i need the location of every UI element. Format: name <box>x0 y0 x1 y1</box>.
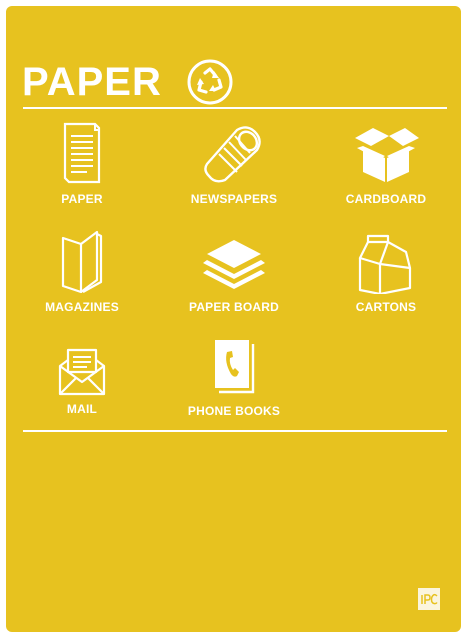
recycle-icon <box>187 59 233 105</box>
milk-carton-icon <box>358 234 412 294</box>
top-divider <box>23 107 447 109</box>
item-mail: MAIL <box>17 346 147 416</box>
magazine-icon <box>61 230 103 294</box>
rolled-newspaper-icon <box>204 126 261 183</box>
cardboard-box-icon <box>355 128 419 182</box>
item-label: NEWSPAPERS <box>190 192 278 206</box>
item-newspapers: NEWSPAPERS <box>169 120 299 206</box>
envelope-letter-icon <box>58 348 106 396</box>
ipc-logo-icon <box>421 593 438 605</box>
item-label: PAPER BOARD <box>189 300 279 314</box>
item-paper: PAPER <box>17 120 147 206</box>
phone-book-icon <box>215 340 255 394</box>
paper-sheet-icon <box>63 122 101 184</box>
item-phone-books: PHONE BOOKS <box>169 336 299 418</box>
item-cardboard: CARDBOARD <box>321 120 451 206</box>
item-label: CARTONS <box>355 300 417 314</box>
item-magazines: MAGAZINES <box>17 228 147 314</box>
item-label: PAPER <box>61 192 103 206</box>
sign-header: PAPER <box>22 58 234 106</box>
item-cartons: CARTONS <box>321 228 451 314</box>
item-label: MAIL <box>66 402 98 416</box>
sign-title: PAPER <box>22 60 162 104</box>
bottom-divider <box>23 430 447 432</box>
item-label: MAGAZINES <box>45 300 119 314</box>
item-label: PHONE BOOKS <box>187 404 281 418</box>
brand-logo <box>418 588 440 610</box>
recycling-sign: PAPER PAPER NEWSPAPERS CARDBOARD MAGAZIN… <box>6 6 461 632</box>
item-paper-board: PAPER BOARD <box>169 228 299 314</box>
stacked-board-icon <box>203 240 265 289</box>
item-label: CARDBOARD <box>345 192 427 206</box>
